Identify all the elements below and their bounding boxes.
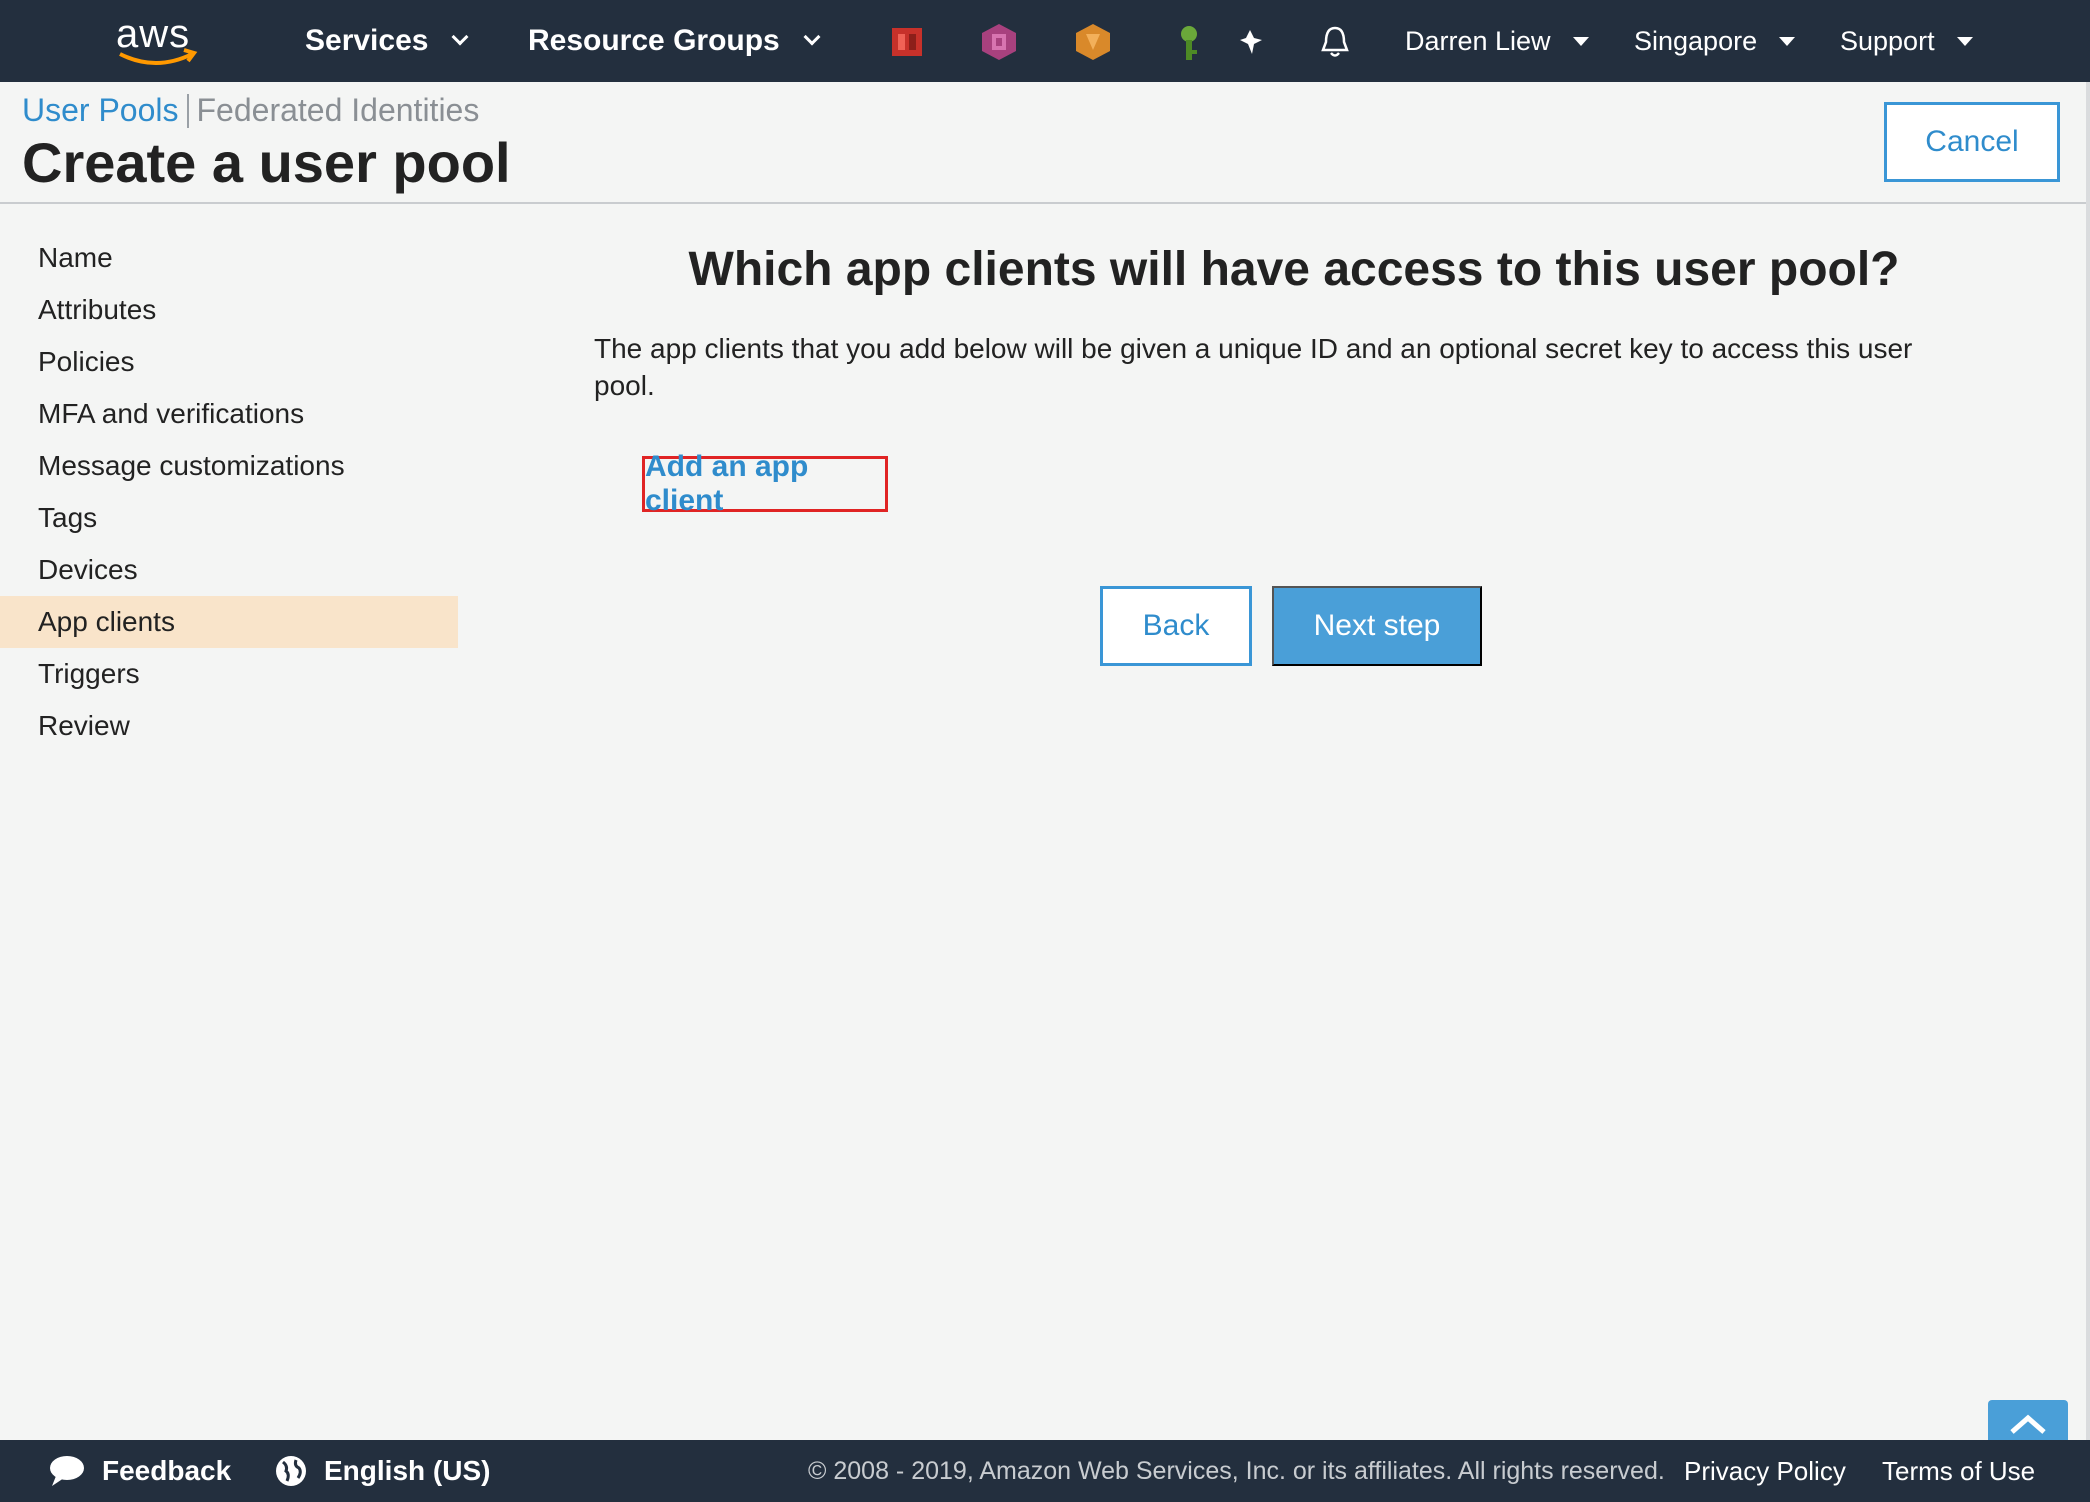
chevron-up-icon: [2010, 1414, 2046, 1434]
add-app-client-highlight: Add an app client: [642, 450, 888, 517]
back-button[interactable]: Back: [1100, 586, 1252, 666]
support-label: Support: [1840, 25, 1935, 56]
sidebar-item-triggers[interactable]: Triggers: [0, 648, 458, 700]
caret-down-icon: [1956, 36, 1973, 46]
aws-logo[interactable]: aws: [112, 10, 202, 70]
services-menu[interactable]: Services: [305, 0, 469, 82]
top-navigation-bar: aws Services Resource Groups Darren Liew…: [0, 0, 2090, 82]
bell-icon[interactable]: [1318, 24, 1352, 60]
pin-icon[interactable]: [1236, 28, 1264, 58]
page-edge: [2086, 82, 2090, 1442]
aws-smile-icon: [119, 48, 198, 65]
aws-service-green-key-icon[interactable]: [1170, 22, 1208, 62]
region-menu[interactable]: Singapore: [1634, 0, 1796, 82]
terms-of-use-link[interactable]: Terms of Use: [1882, 1440, 2035, 1502]
account-name: Darren Liew: [1405, 25, 1551, 56]
section-description: The app clients that you add below will …: [594, 333, 1913, 401]
sidebar-item-app-clients[interactable]: App clients: [0, 596, 458, 648]
aws-service-orange-icon[interactable]: [1074, 22, 1112, 62]
globe-icon: [276, 1456, 306, 1486]
language-selector[interactable]: English (US): [274, 1440, 490, 1502]
sidebar-item-tags[interactable]: Tags: [0, 492, 458, 544]
resource-groups-label: Resource Groups: [528, 24, 780, 57]
services-label: Services: [305, 24, 429, 57]
page-title: Create a user pool: [22, 131, 511, 194]
sidebar-item-mfa-and-verifications[interactable]: MFA and verifications: [0, 388, 458, 440]
aws-service-red-icon[interactable]: [888, 22, 926, 62]
chevron-down-icon: [451, 28, 469, 46]
sidebar-item-policies[interactable]: Policies: [0, 336, 458, 388]
account-menu[interactable]: Darren Liew: [1405, 0, 1589, 82]
caret-down-icon: [1572, 36, 1589, 46]
chevron-down-icon: [803, 28, 821, 46]
sidebar-item-devices[interactable]: Devices: [0, 544, 458, 596]
breadcrumb: User Pools Federated Identities: [22, 92, 479, 129]
sidebar-item-name[interactable]: Name: [0, 232, 458, 284]
add-app-client-link[interactable]: Add an app client: [645, 450, 885, 518]
feedback-button[interactable]: Feedback: [48, 1440, 231, 1502]
resource-groups-menu[interactable]: Resource Groups: [528, 0, 821, 82]
language-label: English (US): [324, 1455, 491, 1486]
support-menu[interactable]: Support: [1840, 0, 1973, 82]
speech-bubble-icon: [50, 1456, 84, 1486]
sidebar-item-message-customizations[interactable]: Message customizations: [0, 440, 458, 492]
footer-bar: Feedback English (US) © 2008 - 2019, Ama…: [0, 1440, 2090, 1502]
breadcrumb-federated-identities[interactable]: Federated Identities: [197, 92, 480, 129]
breadcrumb-user-pools[interactable]: User Pools: [22, 92, 179, 129]
caret-down-icon: [1779, 36, 1796, 46]
header-divider: [0, 202, 2090, 204]
aws-service-pink-icon[interactable]: [980, 22, 1018, 62]
wizard-steps-sidebar: Name Attributes Policies MFA and verific…: [0, 232, 458, 752]
section-heading: Which app clients will have access to th…: [688, 243, 1900, 296]
privacy-policy-link[interactable]: Privacy Policy: [1684, 1440, 1846, 1502]
copyright-text: © 2008 - 2019, Amazon Web Services, Inc.…: [808, 1456, 1665, 1485]
sidebar-item-attributes[interactable]: Attributes: [0, 284, 458, 336]
feedback-label: Feedback: [102, 1455, 232, 1486]
region-name: Singapore: [1634, 25, 1758, 56]
next-step-button[interactable]: Next step: [1272, 586, 1482, 666]
sidebar-item-review[interactable]: Review: [0, 700, 458, 752]
breadcrumb-separator: [186, 93, 189, 128]
scroll-to-top-button[interactable]: [1988, 1400, 2068, 1442]
cancel-button[interactable]: Cancel: [1884, 102, 2060, 182]
